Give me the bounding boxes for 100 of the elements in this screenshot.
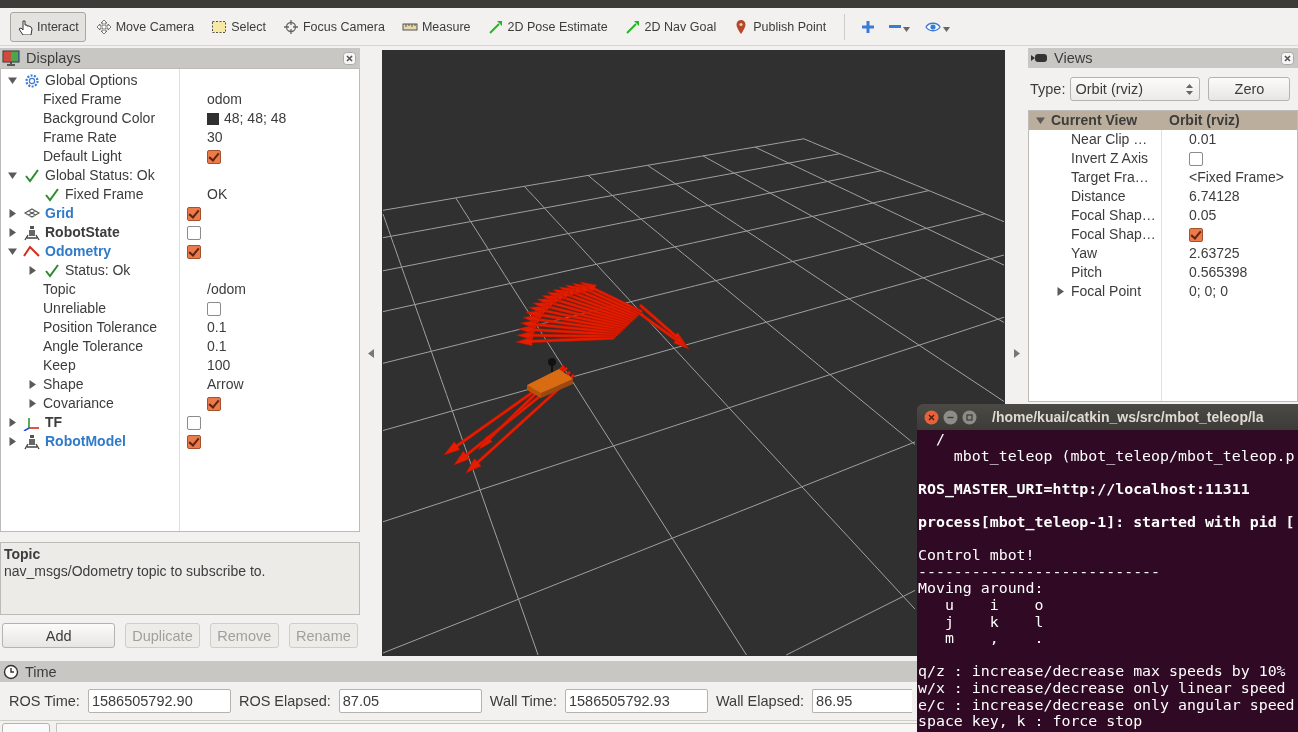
gear-icon (23, 72, 41, 89)
panel-button[interactable]: Add (2, 623, 116, 648)
property-name[interactable]: Focal Shap… (1071, 206, 1156, 225)
property-name[interactable]: Distance (1071, 187, 1126, 206)
expander-icon[interactable] (1035, 116, 1045, 125)
property-value: 0.05 (1189, 206, 1217, 225)
dashed-rectangle-icon (211, 18, 228, 35)
tool-button[interactable]: Measure (394, 11, 478, 42)
time-field[interactable]: 86.95 (812, 689, 913, 713)
property-name[interactable]: Status: Ok (65, 261, 131, 280)
property-name[interactable]: Angle Tolerance (43, 337, 144, 356)
close-icon[interactable] (924, 409, 939, 425)
property-name[interactable]: Shape (43, 375, 84, 394)
expander-icon[interactable] (27, 399, 37, 408)
property-name[interactable]: Yaw (1071, 244, 1098, 263)
checkbox[interactable] (187, 415, 201, 430)
display-name[interactable]: Odometry (45, 242, 112, 261)
time-field[interactable]: 87.05 (338, 689, 482, 713)
robot-drawing (527, 358, 573, 398)
tool-button[interactable]: Focus Camera (275, 11, 392, 42)
display-name[interactable]: RobotState (45, 223, 120, 242)
property-value: 30 (207, 128, 223, 147)
property-name[interactable]: Target Fra… (1071, 168, 1149, 187)
expander-icon[interactable] (7, 418, 17, 427)
property-name[interactable]: Fixed Frame (43, 90, 122, 109)
expander-icon[interactable] (7, 76, 17, 85)
property-name[interactable]: Global Options (45, 71, 138, 90)
hand-pointer-icon (17, 18, 33, 35)
property-value: /odom (207, 280, 246, 299)
property-name[interactable]: Current View (1051, 111, 1138, 130)
description-text: nav_msgs/Odometry topic to subscribe to. (4, 563, 267, 579)
checkbox[interactable] (1189, 151, 1203, 166)
property-value: Orbit (rviz) (1169, 111, 1240, 130)
property-name[interactable]: Pitch (1071, 263, 1103, 282)
checkbox[interactable] (207, 301, 221, 316)
checkbox[interactable] (1189, 227, 1203, 242)
property-name[interactable]: Near Clip … (1071, 130, 1148, 149)
display-name[interactable]: RobotModel (45, 432, 126, 451)
eye-icon (925, 21, 942, 32)
display-name[interactable]: TF (45, 413, 63, 432)
expander-icon[interactable] (7, 171, 17, 180)
tool-button[interactable]: Publish Point (726, 11, 834, 42)
property-name[interactable]: Topic (43, 280, 76, 299)
tool-button[interactable]: Select (204, 11, 273, 42)
clock-icon (3, 663, 19, 680)
property-name[interactable]: Background Color (43, 109, 156, 128)
property-value: 0; 0; 0 (1189, 282, 1228, 301)
maximize-icon[interactable] (962, 409, 977, 425)
terminal-line: ROS_MASTER_URI=http://localhost:11311 (918, 480, 1251, 498)
property-name[interactable]: Invert Z Axis (1071, 149, 1149, 168)
check-icon (23, 167, 41, 184)
property-name[interactable]: Keep (43, 356, 76, 375)
expander-icon[interactable] (27, 380, 37, 389)
checkbox[interactable] (207, 149, 221, 164)
expander-icon[interactable] (7, 437, 17, 446)
tool-button[interactable]: Move Camera (88, 11, 202, 42)
close-icon[interactable] (1281, 51, 1294, 65)
checkbox[interactable] (207, 396, 221, 411)
checkbox[interactable] (187, 244, 201, 259)
field-label: Wall Elapsed: (715, 693, 805, 709)
collapse-arrow-icon[interactable] (368, 348, 374, 358)
field-label: Wall Time: (489, 693, 557, 709)
time-field[interactable]: 1586505792.90 (87, 689, 231, 713)
expander-icon[interactable] (7, 247, 17, 256)
checkbox[interactable] (187, 206, 201, 221)
terminal-line: / (934, 431, 946, 448)
expander-icon[interactable] (7, 228, 17, 237)
property-name[interactable]: Focal Shap… (1071, 225, 1156, 244)
expander-icon[interactable] (7, 209, 17, 218)
property-name[interactable]: Frame Rate (43, 128, 117, 147)
tool-button[interactable]: Interact (10, 11, 86, 42)
property-name[interactable]: Covariance (43, 394, 114, 413)
terminal-line: w/x : increase/decrease only linear speed (918, 679, 1287, 697)
property-name[interactable]: Fixed Frame (65, 185, 144, 204)
property-name[interactable]: Focal Point (1071, 282, 1142, 301)
expander-icon[interactable] (1055, 287, 1065, 296)
terminal-line: e/c : increase/decrease only angular speed (918, 696, 1296, 714)
tree-header-row[interactable]: Current View Orbit (rviz) (1029, 111, 1297, 130)
property-name[interactable]: Global Status: Ok (45, 166, 155, 185)
property-name[interactable]: Unreliable (43, 299, 107, 318)
property-value: Arrow (207, 375, 244, 394)
view-type-dropdown[interactable]: Orbit (rviz) (1070, 77, 1201, 101)
expand-arrow-icon[interactable] (1013, 348, 1020, 358)
property-name[interactable]: Default Light (43, 147, 122, 166)
color-swatch[interactable] (207, 112, 219, 125)
tool-button[interactable]: 2D Nav Goal (617, 11, 724, 42)
minimize-icon[interactable] (943, 409, 958, 425)
close-icon[interactable] (343, 51, 356, 65)
display-name[interactable]: Grid (45, 204, 74, 223)
zero-button[interactable]: Zero (1208, 77, 1291, 101)
tool-button[interactable]: 2D Pose Estimate (480, 11, 615, 42)
terminal-line: Control mbot! (918, 547, 1036, 564)
checkbox[interactable] (187, 434, 201, 449)
property-name[interactable]: Position Tolerance (43, 318, 158, 337)
expander-icon[interactable] (27, 266, 37, 275)
type-label: Type: (1030, 81, 1066, 97)
window-title: /home/kuai/catkin_ws/src/mbot_teleop/la (992, 409, 1264, 425)
checkbox[interactable] (187, 225, 201, 240)
panel-title: Displays (26, 50, 81, 66)
time-field[interactable]: 1586505792.93 (564, 689, 708, 713)
